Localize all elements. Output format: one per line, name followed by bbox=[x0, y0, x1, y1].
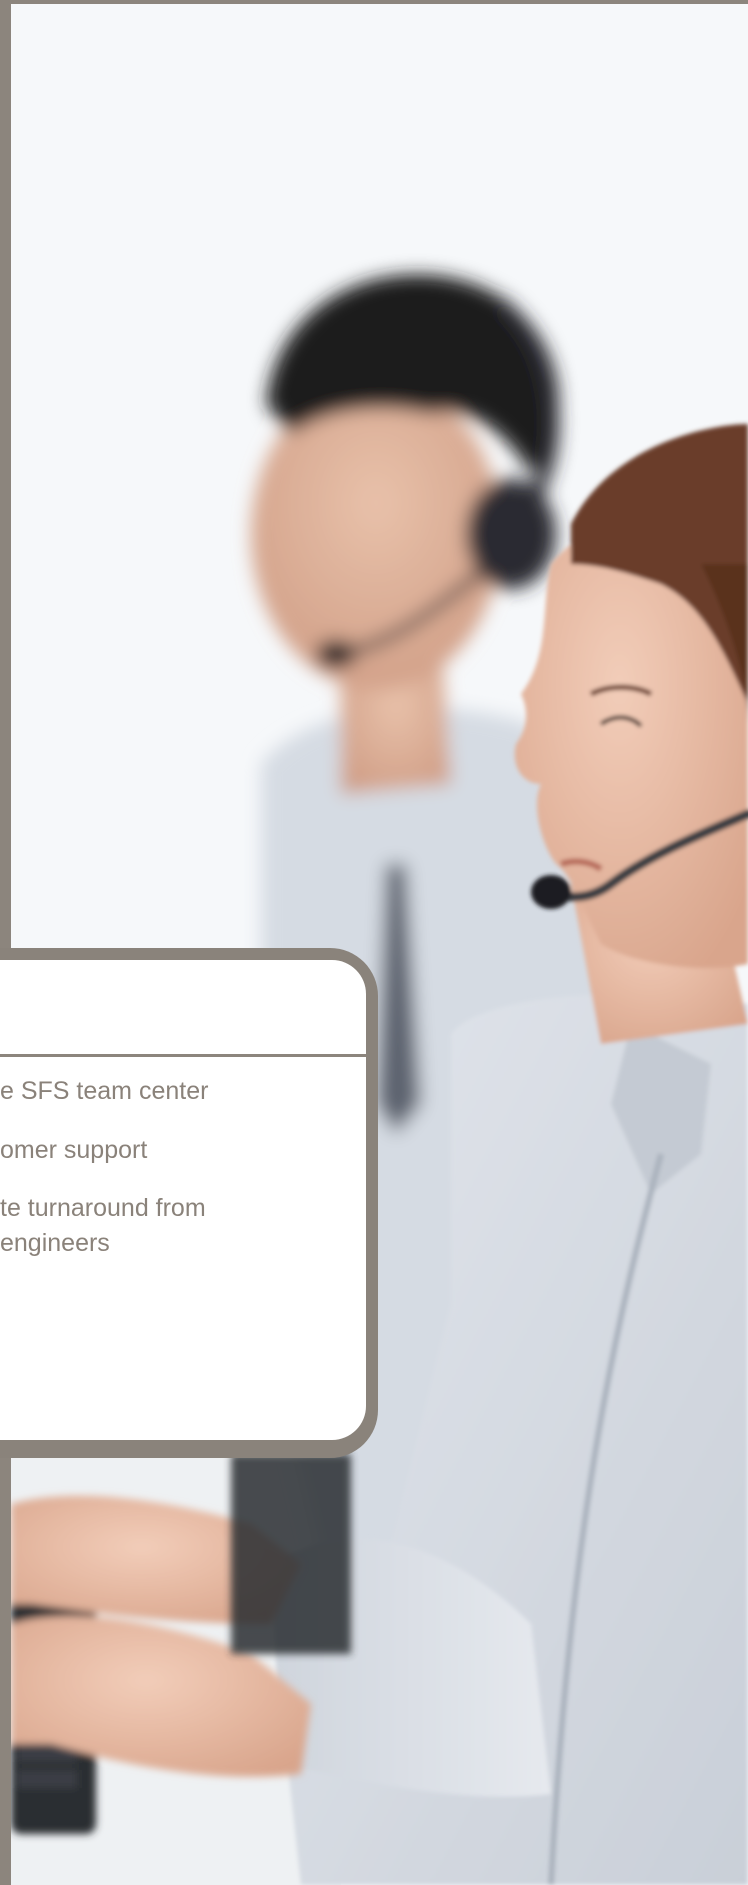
list-item: e SFS team center bbox=[0, 1077, 209, 1105]
list-item: te turnaround from engineers bbox=[0, 1194, 206, 1257]
info-card: e SFS team center omer support te turnar… bbox=[0, 960, 366, 1440]
support-agents-photo bbox=[11, 4, 748, 1885]
list-item: omer support bbox=[0, 1136, 148, 1164]
left-border-strip bbox=[0, 0, 11, 1885]
card-header bbox=[0, 960, 366, 1057]
